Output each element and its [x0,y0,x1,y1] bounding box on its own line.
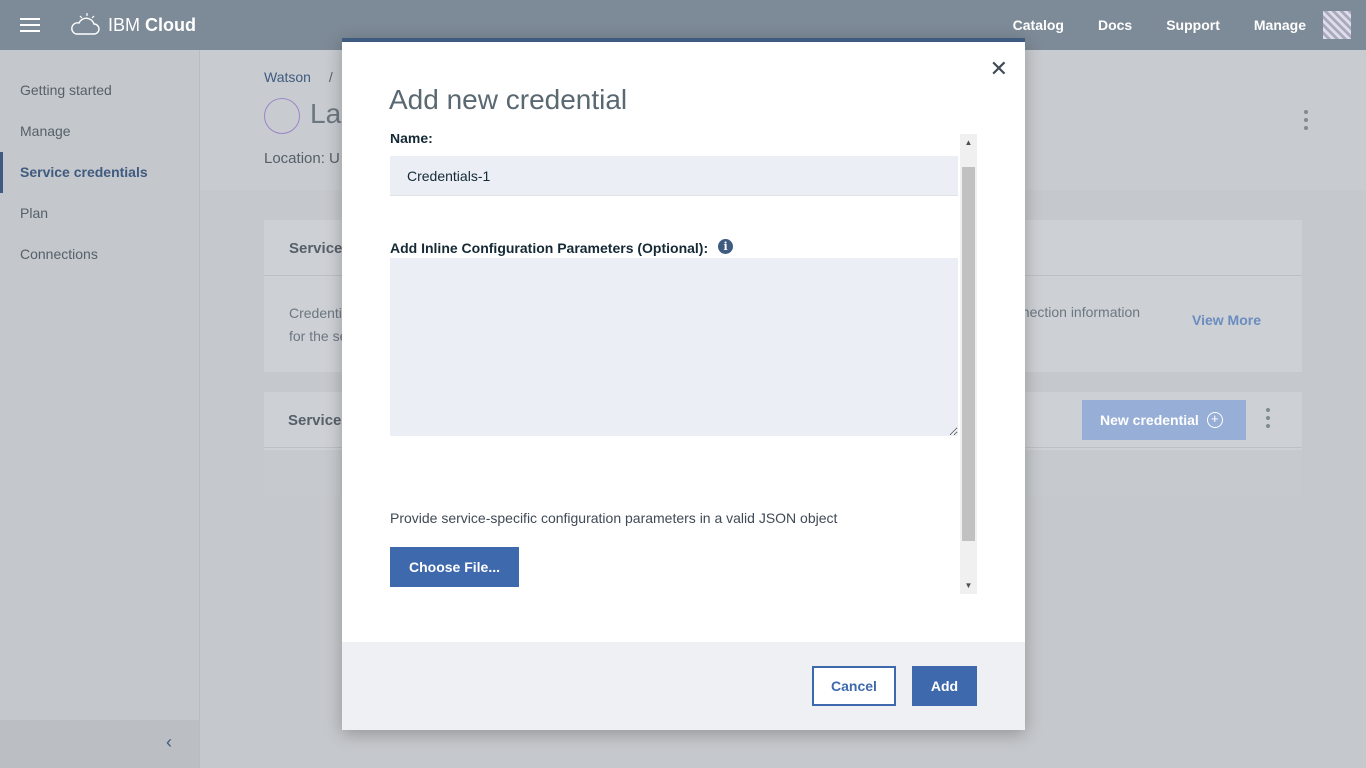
service-icon [264,98,300,134]
new-credential-button[interactable]: New credential + [1082,400,1246,440]
info-icon[interactable]: i [718,238,734,254]
scroll-down-arrow-icon[interactable]: ▼ [960,577,977,594]
card-body-line-1: Credenti [289,305,342,321]
breadcrumb: Watson / [264,69,333,85]
add-circle-icon: + [1206,412,1223,428]
hamburger-menu-icon[interactable] [20,18,40,32]
scroll-thumb[interactable] [962,167,975,541]
name-label: Name: [390,134,433,146]
cancel-button[interactable]: Cancel [812,666,896,706]
location-label: Location: U [264,150,340,167]
sidebar-item-connections[interactable]: Connections [0,234,199,275]
sidebar-item-getting-started[interactable]: Getting started [0,70,199,111]
add-button[interactable]: Add [912,666,977,706]
nav-manage[interactable]: Manage [1254,17,1306,33]
breadcrumb-separator: / [328,69,333,85]
sidebar-item-plan[interactable]: Plan [0,193,199,234]
page-title: La [310,98,342,129]
avatar[interactable] [1323,11,1351,39]
sidebar-item-service-credentials[interactable]: Service credentials [0,152,199,193]
scroll-up-arrow-icon[interactable]: ▲ [960,134,977,151]
view-more-link[interactable]: View More [1192,312,1261,328]
modal-footer: Cancel Add [342,642,1025,730]
new-credential-label: New credential [1100,412,1199,428]
modal-body: Name: Add Inline Configuration Parameter… [390,134,977,594]
choose-file-button[interactable]: Choose File... [390,547,519,587]
card-body-right: nnection information [1014,304,1141,320]
card-body-line-2: for the se [289,328,348,344]
close-icon[interactable]: ✕ [990,56,1008,82]
inline-params-label: Add Inline Configuration Parameters (Opt… [390,240,709,256]
modal-title: Add new credential [389,84,628,115]
nav-support[interactable]: Support [1166,17,1220,33]
nav-catalog[interactable]: Catalog [1013,17,1064,33]
page-overflow-menu-icon[interactable] [1304,110,1308,134]
helper-text: Provide service-specific configuration p… [390,510,838,526]
table-overflow-menu-icon[interactable] [1266,408,1270,432]
cloud-logo-icon [71,13,100,35]
inline-params-textarea[interactable] [390,258,958,436]
nav-docs[interactable]: Docs [1098,17,1132,33]
brand-bold: Cloud [145,14,197,35]
breadcrumb-watson[interactable]: Watson [264,69,311,85]
ibm-cloud-logo[interactable]: IBM Cloud [70,12,196,38]
chevron-left-icon: ‹ [166,732,172,752]
modal-scrollbar[interactable]: ▲ ▼ [960,134,977,594]
add-credential-modal: ✕ Add new credential Name: Add Inline Co… [342,38,1025,730]
brand-light: IBM [108,14,141,35]
sidebar-collapse-button[interactable]: ‹ [0,720,199,768]
name-input[interactable] [390,156,958,196]
sidebar-item-manage[interactable]: Manage [0,111,199,152]
top-nav: Catalog Docs Support Manage [979,0,1306,50]
sidebar: Getting started Manage Service credentia… [0,50,200,768]
